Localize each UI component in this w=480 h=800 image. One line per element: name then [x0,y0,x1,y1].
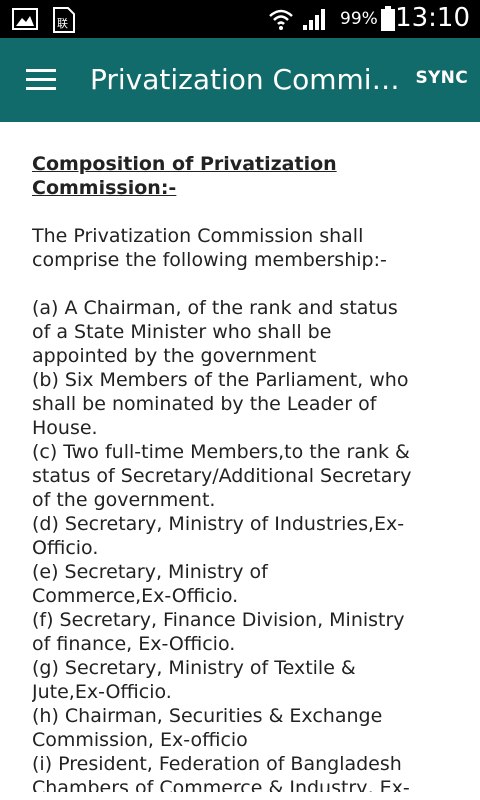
hamburger-menu-icon[interactable] [26,69,56,91]
section-heading: Composition of Privatization Commission:… [32,153,337,199]
app-bar: Privatization Commis... SYNC [0,38,480,122]
status-bar: 联 99% 13:10 [0,0,480,38]
list-item: (b) Six Members of the Parliament, who s… [32,369,409,439]
list-item: (d) Secretary, Ministry of Industries,Ex… [32,513,405,559]
list-item: (c) Two full-time Members,to the rank & … [32,441,412,511]
list-item: (i) President, Federation of Bangladesh … [32,753,410,792]
battery-level: 99% [340,9,378,29]
list-item: (a) A Chairman, of the rank and status o… [32,297,398,367]
clock-time: 13:10 [395,3,470,33]
intro-paragraph: The Privatization Commission shall compr… [32,225,387,271]
page-title: Privatization Commis... [90,63,400,96]
list-item: (g) Secretary, Ministry of Textile & Jut… [32,657,356,703]
image-icon [12,8,38,30]
list-item: (e) Secretary, Ministry of Commerce,Ex-O… [32,561,268,607]
list-item: (h) Chairman, Securities & Exchange Comm… [32,705,383,751]
list-item: (f) Secretary, Finance Division, Ministr… [32,609,405,655]
sync-button[interactable]: SYNC [416,68,468,88]
signal-icon [303,9,325,30]
sim-icon: 联 [53,7,75,33]
content-area[interactable]: Composition of Privatization Commission:… [32,152,412,792]
battery-icon [381,6,395,31]
wifi-icon [269,9,293,30]
membership-list: (a) A Chairman, of the rank and status o… [32,296,412,792]
svg-text:联: 联 [57,17,68,30]
